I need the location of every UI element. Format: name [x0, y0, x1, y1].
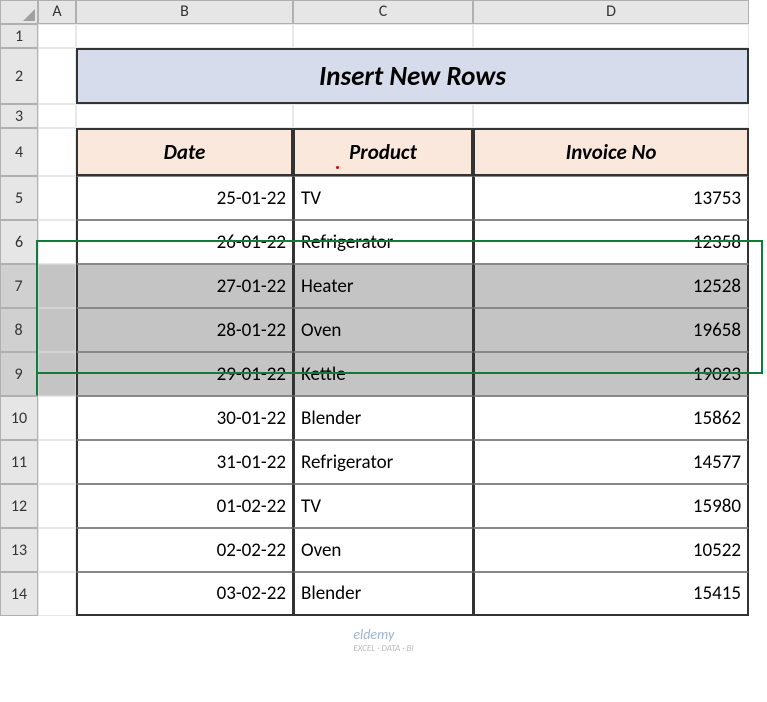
cell-product-5[interactable]: Blender: [293, 396, 473, 440]
cell-A2[interactable]: [38, 48, 76, 104]
watermark: eldemy EXCEL · DATA · BI: [353, 626, 413, 654]
cell-date-6[interactable]: 31-01-22: [76, 440, 293, 484]
title-cell[interactable]: Insert New Rows: [76, 48, 749, 104]
row-header-13[interactable]: 13: [0, 528, 38, 572]
cell-product-0[interactable]: TV: [293, 176, 473, 220]
cell-invoice-1[interactable]: 12358: [473, 220, 749, 264]
row-header-7[interactable]: 7: [0, 264, 38, 308]
cell-product-8[interactable]: Oven: [293, 528, 473, 572]
watermark-sub: EXCEL · DATA · BI: [353, 643, 413, 654]
header-invoice[interactable]: Invoice No: [473, 128, 749, 176]
cell-product-1[interactable]: Refrigerator: [293, 220, 473, 264]
header-date[interactable]: Date: [76, 128, 293, 176]
cell-date-2[interactable]: 27-01-22: [76, 264, 293, 308]
cell-invoice-5[interactable]: 15862: [473, 396, 749, 440]
cell-A1[interactable]: [38, 24, 76, 48]
row-header-5[interactable]: 5: [0, 176, 38, 220]
spreadsheet-grid: A B C D 1 2 Insert New Rows 3 4 Date Pro…: [0, 0, 767, 616]
cell-invoice-4[interactable]: 19023: [473, 352, 749, 396]
cursor-dot: [336, 166, 339, 169]
cell-invoice-9[interactable]: 15415: [473, 572, 749, 616]
cell-A10[interactable]: [38, 396, 76, 440]
select-all-corner[interactable]: [0, 0, 38, 24]
row-header-6[interactable]: 6: [0, 220, 38, 264]
cell-invoice-8[interactable]: 10522: [473, 528, 749, 572]
row-header-1[interactable]: 1: [0, 24, 38, 48]
cell-A3[interactable]: [38, 104, 76, 128]
col-header-D[interactable]: D: [473, 0, 749, 24]
cell-A7[interactable]: [38, 264, 76, 308]
cell-A6[interactable]: [38, 220, 76, 264]
header-product[interactable]: Product: [293, 128, 473, 176]
cell-invoice-2[interactable]: 12528: [473, 264, 749, 308]
col-header-B[interactable]: B: [76, 0, 293, 24]
cell-invoice-6[interactable]: 14577: [473, 440, 749, 484]
row-header-14[interactable]: 14: [0, 572, 38, 616]
cell-A9[interactable]: [38, 352, 76, 396]
row-header-9[interactable]: 9: [0, 352, 38, 396]
cell-product-7[interactable]: TV: [293, 484, 473, 528]
cell-invoice-3[interactable]: 19658: [473, 308, 749, 352]
cell-date-3[interactable]: 28-01-22: [76, 308, 293, 352]
cell-D3[interactable]: [473, 104, 749, 128]
cell-D1[interactable]: [473, 24, 749, 48]
cell-A5[interactable]: [38, 176, 76, 220]
col-header-C[interactable]: C: [293, 0, 473, 24]
cell-product-6[interactable]: Refrigerator: [293, 440, 473, 484]
cell-B3[interactable]: [76, 104, 293, 128]
row-header-8[interactable]: 8: [0, 308, 38, 352]
row-header-11[interactable]: 11: [0, 440, 38, 484]
row-header-3[interactable]: 3: [0, 104, 38, 128]
cell-A14[interactable]: [38, 572, 76, 616]
watermark-text: eldemy: [353, 626, 394, 643]
row-header-10[interactable]: 10: [0, 396, 38, 440]
cell-product-2[interactable]: Heater: [293, 264, 473, 308]
cell-A11[interactable]: [38, 440, 76, 484]
cell-date-0[interactable]: 25-01-22: [76, 176, 293, 220]
cell-C3[interactable]: [293, 104, 473, 128]
cell-A13[interactable]: [38, 528, 76, 572]
row-header-12[interactable]: 12: [0, 484, 38, 528]
row-header-2[interactable]: 2: [0, 48, 38, 104]
cell-C1[interactable]: [293, 24, 473, 48]
cell-date-8[interactable]: 02-02-22: [76, 528, 293, 572]
cell-A12[interactable]: [38, 484, 76, 528]
row-header-4[interactable]: 4: [0, 128, 38, 176]
cell-product-3[interactable]: Oven: [293, 308, 473, 352]
cell-invoice-7[interactable]: 15980: [473, 484, 749, 528]
cell-date-5[interactable]: 30-01-22: [76, 396, 293, 440]
cell-invoice-0[interactable]: 13753: [473, 176, 749, 220]
cell-date-4[interactable]: 29-01-22: [76, 352, 293, 396]
cell-date-7[interactable]: 01-02-22: [76, 484, 293, 528]
cell-A4[interactable]: [38, 128, 76, 176]
cell-B1[interactable]: [76, 24, 293, 48]
cell-A8[interactable]: [38, 308, 76, 352]
cell-product-9[interactable]: Blender: [293, 572, 473, 616]
col-header-A[interactable]: A: [38, 0, 76, 24]
cell-date-9[interactable]: 03-02-22: [76, 572, 293, 616]
cell-date-1[interactable]: 26-01-22: [76, 220, 293, 264]
cell-product-4[interactable]: Kettle: [293, 352, 473, 396]
